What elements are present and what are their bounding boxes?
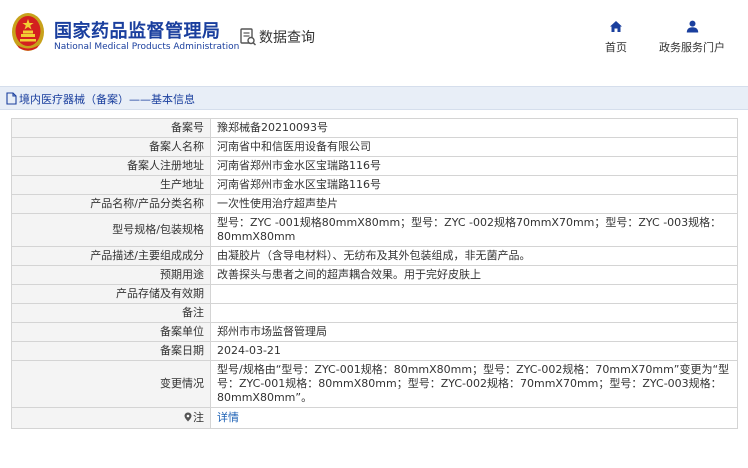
user-icon: [686, 20, 698, 33]
org-name-cn: 国家药品监督管理局: [54, 21, 221, 42]
national-emblem-icon: [12, 13, 44, 51]
location-pin-icon: [184, 412, 192, 422]
field-label: 产品存储及有效期: [11, 284, 211, 304]
table-row: 备注: [11, 303, 738, 323]
field-label: 备案人注册地址: [11, 156, 211, 176]
field-value: 改善探头与患者之间的超声耦合效果。用于完好皮肤上: [210, 265, 738, 285]
note-label-cell: 注: [11, 407, 211, 429]
field-value: 由凝胶片（含导电材料）、无纺布及其外包装组成，非无菌产品。: [210, 246, 738, 266]
table-row: 产品描述/主要组成成分 由凝胶片（含导电材料）、无纺布及其外包装组成，非无菌产品…: [11, 246, 738, 266]
field-value: 豫郑械备20210093号: [210, 118, 738, 138]
nav-portal[interactable]: 政务服务门户: [654, 20, 730, 55]
nav-home[interactable]: 首页: [600, 20, 632, 55]
note-value-cell: 详情: [210, 407, 738, 429]
field-label: 预期用途: [11, 265, 211, 285]
table-row: 备案人名称 河南省中和信医用设备有限公司: [11, 137, 738, 157]
field-value: 型号/规格由“型号：ZYC-001规格：80mmX80mm；型号：ZYC-002…: [210, 360, 738, 408]
field-value: 一次性使用治疗超声垫片: [210, 194, 738, 214]
field-value: [210, 303, 738, 323]
data-query-icon: [240, 28, 256, 46]
table-row: 生产地址 河南省郑州市金水区宝瑞路116号: [11, 175, 738, 195]
document-icon: [6, 92, 17, 105]
field-label: 型号规格/包装规格: [11, 213, 211, 247]
table-row: 产品名称/产品分类名称 一次性使用治疗超声垫片: [11, 194, 738, 214]
field-value: 河南省郑州市金水区宝瑞路116号: [210, 175, 738, 195]
table-row: 备案人注册地址 河南省郑州市金水区宝瑞路116号: [11, 156, 738, 176]
field-label: 备案人名称: [11, 137, 211, 157]
field-value: [210, 284, 738, 304]
org-name-en: National Medical Products Administration: [54, 42, 240, 52]
field-value: 河南省中和信医用设备有限公司: [210, 137, 738, 157]
field-value: 郑州市市场监督管理局: [210, 322, 738, 342]
note-label: 注: [193, 411, 204, 424]
field-label: 产品名称/产品分类名称: [11, 194, 211, 214]
field-value: 2024-03-21: [210, 341, 738, 361]
table-row: 变更情况 型号/规格由“型号：ZYC-001规格：80mmX80mm；型号：ZY…: [11, 360, 738, 408]
table-row: 备案单位 郑州市市场监督管理局: [11, 322, 738, 342]
data-query-link[interactable]: 数据查询: [259, 27, 315, 47]
field-label: 生产地址: [11, 175, 211, 195]
field-label: 备案号: [11, 118, 211, 138]
table-row: 预期用途 改善探头与患者之间的超声耦合效果。用于完好皮肤上: [11, 265, 738, 285]
field-label: 产品描述/主要组成成分: [11, 246, 211, 266]
field-label: 备案日期: [11, 341, 211, 361]
nav-portal-label: 政务服务门户: [659, 41, 725, 54]
field-label: 变更情况: [11, 360, 211, 408]
table-row: 型号规格/包装规格 型号：ZYC -001规格80mmX80mm；型号：ZYC …: [11, 213, 738, 247]
field-label: 备注: [11, 303, 211, 323]
section-header: 境内医疗器械（备案）——基本信息: [0, 86, 748, 110]
section-title: 境内医疗器械（备案）——基本信息: [19, 93, 195, 106]
table-row: 备案号 豫郑械备20210093号: [11, 118, 738, 138]
field-value: 型号：ZYC -001规格80mmX80mm；型号：ZYC -002规格70mm…: [210, 213, 738, 247]
field-value: 河南省郑州市金水区宝瑞路116号: [210, 156, 738, 176]
nav-home-label: 首页: [605, 41, 627, 54]
home-icon: [610, 21, 622, 32]
table-row: 备案日期 2024-03-21: [11, 341, 738, 361]
site-header: 国家药品监督管理局 National Medical Products Admi…: [0, 0, 748, 68]
record-info-table: 备案号 豫郑械备20210093号 备案人名称 河南省中和信医用设备有限公司 备…: [11, 118, 738, 429]
detail-link[interactable]: 详情: [217, 411, 239, 424]
table-row: 注 详情: [11, 407, 738, 429]
field-label: 备案单位: [11, 322, 211, 342]
table-row: 产品存储及有效期: [11, 284, 738, 304]
